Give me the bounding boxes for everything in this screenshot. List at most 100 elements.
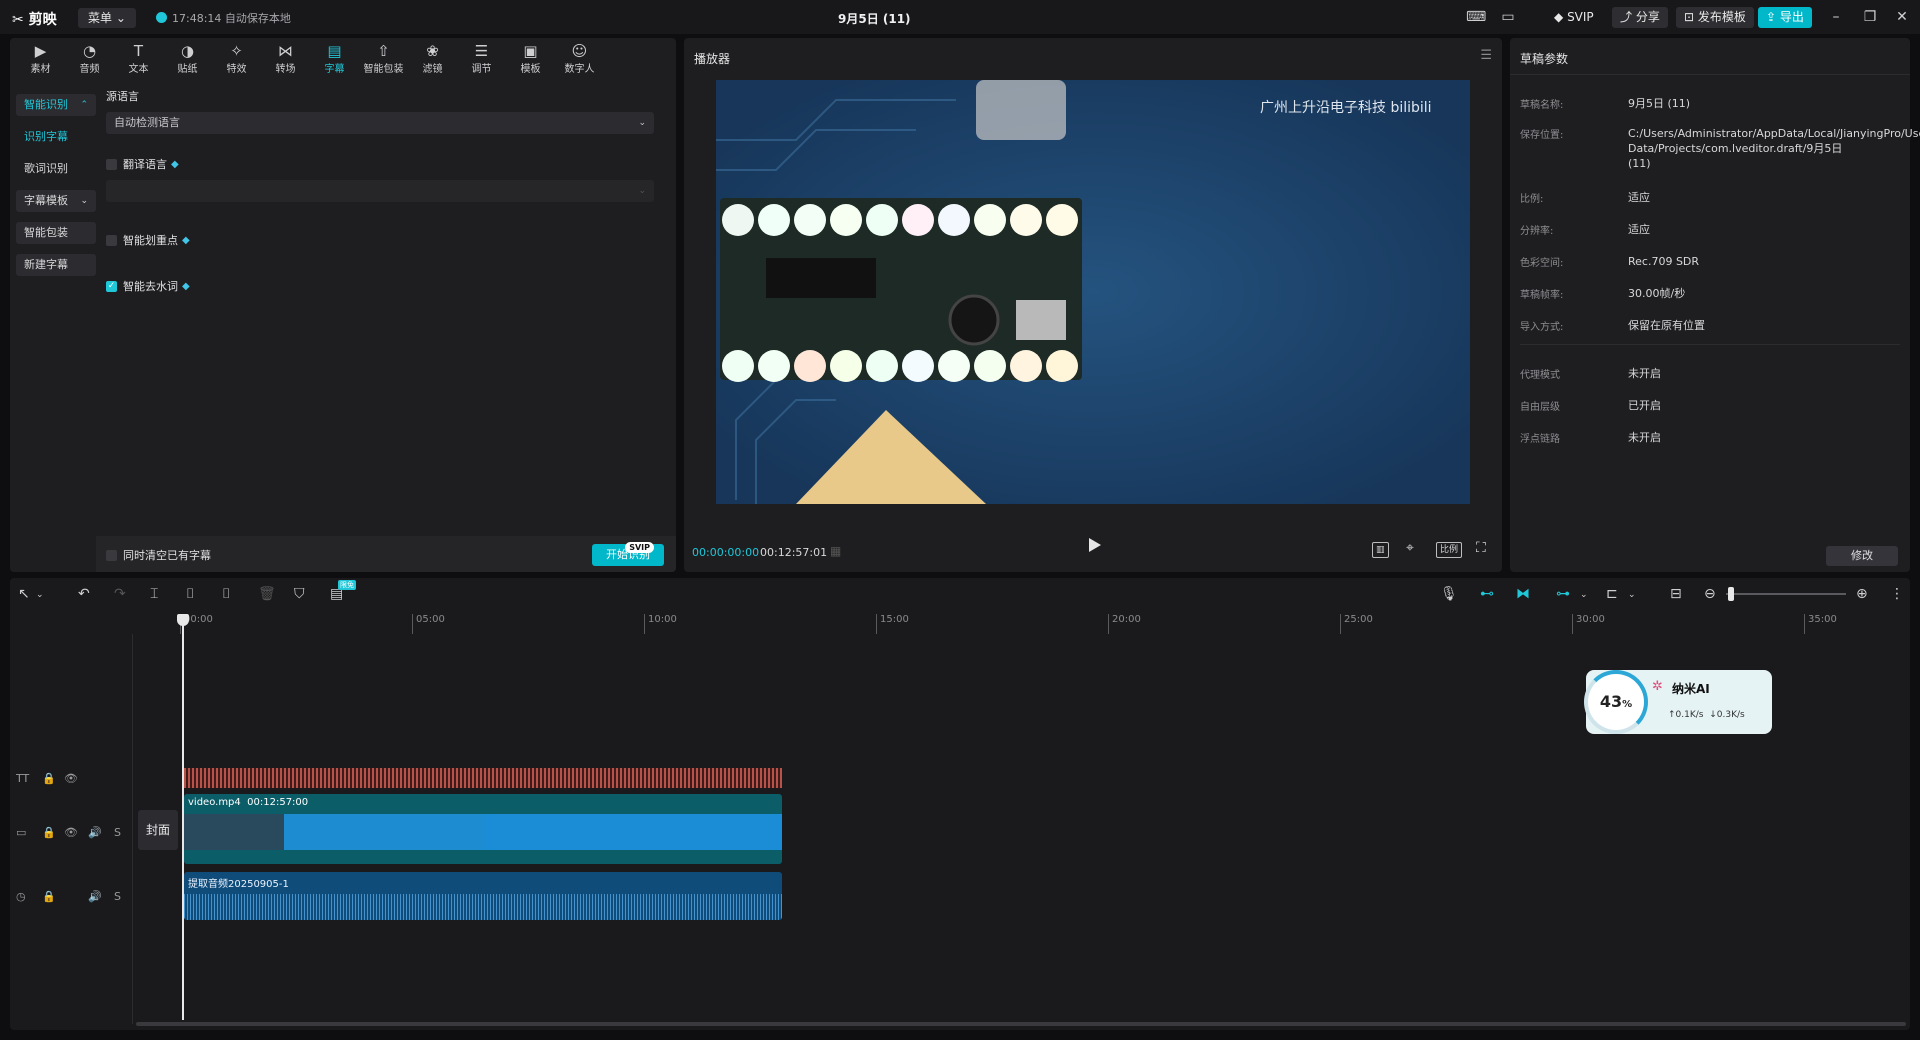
share-button[interactable]: ⤴ 分享 bbox=[1612, 7, 1668, 28]
nav-label: 字幕模板 bbox=[24, 194, 68, 207]
layout-icon[interactable]: ▭ bbox=[1498, 8, 1518, 26]
solo-icon[interactable]: S bbox=[114, 826, 121, 839]
tool-label: 贴纸 bbox=[177, 64, 198, 75]
smart-key-checkbox[interactable]: 智能划重点 ◆ bbox=[106, 232, 666, 248]
diamond-icon: ◆ bbox=[182, 234, 190, 246]
param-key: 代理模式 bbox=[1520, 370, 1560, 381]
lock-icon[interactable]: 🔒 bbox=[42, 826, 56, 839]
zoom-out-icon[interactable]: ⊖ bbox=[1704, 586, 1716, 602]
cover-button[interactable]: 封面 bbox=[138, 810, 178, 850]
timeline-mode-icon[interactable]: ▦ bbox=[830, 544, 841, 558]
nav-smart-recognize[interactable]: 智能识别 ⌃ bbox=[16, 94, 96, 116]
solo-icon[interactable]: S bbox=[114, 890, 121, 903]
checkbox-box[interactable] bbox=[106, 234, 117, 246]
delete-icon[interactable]: 🗑 bbox=[258, 586, 276, 602]
quality-button[interactable]: ▥ bbox=[1372, 542, 1389, 558]
more-icon[interactable]: ⋮ bbox=[1890, 586, 1904, 602]
nav-smart-package[interactable]: 智能包装 bbox=[16, 222, 96, 244]
menu-button[interactable]: 菜单 ⌄ bbox=[78, 8, 136, 28]
menu-icon[interactable]: ☰ bbox=[1480, 48, 1492, 63]
audio-waveform bbox=[184, 894, 782, 920]
nano-ai-widget[interactable]: 43% ✲ 纳米AI ↑0.1K/s ↓0.3K/s bbox=[1584, 670, 1772, 734]
source-language-select[interactable]: 自动检测语言 ⌄ bbox=[106, 112, 654, 134]
tool-template[interactable]: ▣ 模板 bbox=[506, 38, 555, 78]
tool-adjust[interactable]: ☰ 调节 bbox=[457, 38, 506, 78]
fullscreen-icon[interactable]: ⛶ bbox=[1476, 540, 1486, 556]
close-icon[interactable]: ✕ bbox=[1892, 8, 1912, 26]
tool-label: 模板 bbox=[520, 64, 541, 75]
chevron-down-icon[interactable]: ⌄ bbox=[1628, 590, 1636, 600]
snap-icon[interactable]: ⊶ bbox=[1556, 586, 1570, 602]
export-button[interactable]: ⇪ 导出 bbox=[1758, 7, 1812, 28]
param-value: 未开启 bbox=[1628, 367, 1661, 380]
publish-template-button[interactable]: ⊡ 发布模板 bbox=[1676, 7, 1754, 28]
eye-icon[interactable]: 👁 bbox=[64, 826, 78, 839]
eye-icon[interactable]: 👁 bbox=[64, 772, 78, 785]
playhead[interactable] bbox=[177, 614, 189, 1020]
timeline-scrollbar[interactable] bbox=[136, 1022, 1906, 1026]
nav-recognize-caption[interactable]: 识别字幕 bbox=[16, 126, 96, 148]
tool-label: 特效 bbox=[226, 64, 247, 75]
caption-clip[interactable] bbox=[184, 768, 782, 788]
play-icon[interactable] bbox=[1089, 538, 1101, 552]
magnet-icon[interactable]: ⊷ bbox=[1480, 586, 1494, 602]
video-preview[interactable]: 广州上升沿电子科技 bilibili bbox=[716, 80, 1470, 504]
tool-smart-package[interactable]: ⇧ 智能包装 bbox=[359, 38, 408, 78]
svip-button[interactable]: ◆ SVIP bbox=[1546, 7, 1602, 28]
zoom-slider-track[interactable] bbox=[1726, 593, 1846, 595]
shield-icon[interactable]: ⛉ bbox=[294, 586, 305, 602]
microphone-icon[interactable]: 🎙 bbox=[1440, 586, 1458, 602]
nav-label: 歌词识别 bbox=[24, 162, 68, 175]
edit-params-button[interactable]: 修改 bbox=[1826, 546, 1898, 566]
tool-audio[interactable]: ◔ 音频 bbox=[65, 38, 114, 78]
translate-language-checkbox[interactable]: 翻译语言 ◆ bbox=[106, 156, 666, 172]
time-ruler[interactable]: 00:00 05:00 10:00 15:00 20:00 25:00 30:0… bbox=[180, 614, 1910, 634]
nav-recognize-lyrics[interactable]: 歌词识别 bbox=[16, 158, 96, 180]
checkbox-box[interactable] bbox=[106, 158, 117, 170]
chevron-down-icon[interactable]: ⌄ bbox=[36, 590, 44, 600]
volume-icon[interactable]: 🔊 bbox=[88, 890, 102, 903]
split-icon[interactable]: ⌶ bbox=[150, 586, 158, 602]
playhead-handle[interactable] bbox=[177, 614, 189, 626]
start-recognize-button[interactable]: 开始识别 SVIP bbox=[592, 542, 664, 566]
link-icon[interactable]: ⧓ bbox=[1516, 586, 1530, 602]
param-value: 已开启 bbox=[1628, 399, 1661, 412]
autosave-text: 17:48:14 自动保存本地 bbox=[172, 12, 291, 25]
video-clip[interactable]: video.mp4 00:12:57:00 bbox=[184, 794, 782, 864]
undo-icon[interactable]: ↶ bbox=[78, 586, 90, 602]
preview-axis-icon[interactable]: ⊏ bbox=[1606, 586, 1618, 602]
tool-effects[interactable]: ✧ 特效 bbox=[212, 38, 261, 78]
tool-sticker[interactable]: ◑ 贴纸 bbox=[163, 38, 212, 78]
audio-clip[interactable]: 提取音频20250905-1 bbox=[184, 872, 782, 920]
tool-transition[interactable]: ⋈ 转场 bbox=[261, 38, 310, 78]
tool-caption[interactable]: ▤ 字幕 bbox=[310, 38, 359, 78]
zoom-fit-icon[interactable]: ⌖ bbox=[1406, 540, 1414, 556]
volume-icon[interactable]: 🔊 bbox=[88, 826, 102, 839]
track-fit-icon[interactable]: ⊟ bbox=[1670, 586, 1682, 602]
tool-media[interactable]: ▶ 素材 bbox=[16, 38, 65, 78]
trim-right-icon[interactable]: ⌷ bbox=[222, 586, 230, 602]
tool-text[interactable]: T 文本 bbox=[114, 38, 163, 78]
tool-digital-human[interactable]: ☺ 数字人 bbox=[555, 38, 604, 78]
keyboard-icon[interactable]: ⌨ bbox=[1466, 8, 1486, 26]
clear-existing-checkbox[interactable]: 同时清空已有字幕 bbox=[106, 547, 211, 563]
checkbox-box[interactable] bbox=[106, 549, 117, 561]
ratio-button[interactable]: 比例 bbox=[1436, 542, 1463, 558]
redo-icon[interactable]: ↷ bbox=[114, 586, 126, 602]
checkbox-box-checked[interactable]: ✓ bbox=[106, 280, 117, 292]
lock-icon[interactable]: 🔒 bbox=[42, 890, 56, 903]
chevron-down-icon[interactable]: ⌄ bbox=[1580, 590, 1588, 600]
lock-icon[interactable]: 🔒 bbox=[42, 772, 56, 785]
chevron-down-icon: ⌄ bbox=[638, 186, 646, 196]
tool-filter[interactable]: ❀ 滤镜 bbox=[408, 38, 457, 78]
nav-new-caption[interactable]: 新建字幕 bbox=[16, 254, 96, 276]
checkbox-label: 智能划重点 bbox=[123, 234, 178, 247]
restore-icon[interactable]: ❐ bbox=[1860, 8, 1880, 26]
smart-filler-checkbox[interactable]: ✓ 智能去水词 ◆ bbox=[106, 278, 666, 294]
select-tool-icon[interactable]: ↖ bbox=[18, 586, 30, 602]
nav-caption-template[interactable]: 字幕模板 ⌄ bbox=[16, 190, 96, 212]
minimize-icon[interactable]: – bbox=[1826, 8, 1846, 26]
zoom-in-icon[interactable]: ⊕ bbox=[1856, 586, 1868, 602]
trim-left-icon[interactable]: ⌷ bbox=[186, 586, 194, 602]
zoom-slider-handle[interactable] bbox=[1728, 587, 1734, 601]
